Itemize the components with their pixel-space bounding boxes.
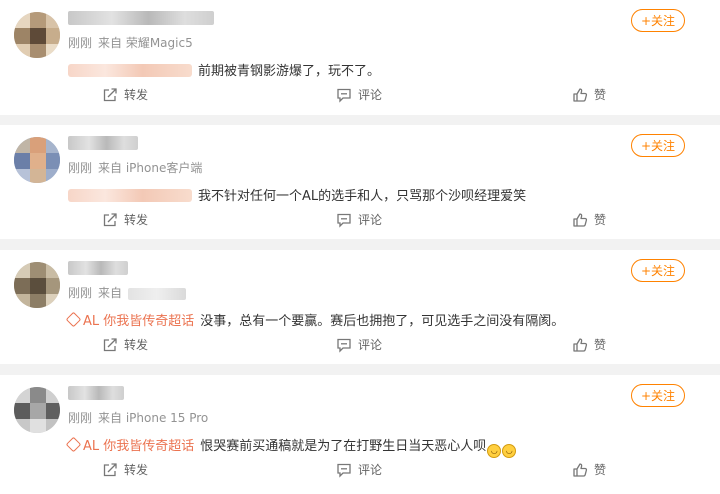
like-label: 赞 xyxy=(594,338,607,352)
follow-button[interactable]: +关注 xyxy=(631,384,685,407)
topic-diamond-icon xyxy=(65,311,82,328)
comment-meta: 刚刚 来自 xyxy=(68,284,192,301)
like-button[interactable]: 赞 xyxy=(572,336,606,353)
mention-blurred[interactable] xyxy=(68,189,192,202)
share-icon xyxy=(103,338,117,352)
source-blurred xyxy=(128,287,187,300)
like-label: 赞 xyxy=(594,213,607,227)
share-icon xyxy=(103,213,117,227)
comment-content: 我不针对任何一个AL的选手和人，只骂那个沙呗经理爱笑 xyxy=(68,185,526,204)
avatar[interactable] xyxy=(14,262,60,308)
follow-button[interactable]: +关注 xyxy=(631,259,685,282)
comment-label: 评论 xyxy=(358,213,383,227)
comment-card: 刚刚 来自 AL 你我皆传奇超话 没事，总有一个要赢。赛后也拥抱了，可见选手之间没有… xyxy=(0,250,720,364)
thumbs-up-icon xyxy=(573,213,588,227)
comment-icon xyxy=(337,338,351,353)
comment-icon xyxy=(337,88,351,103)
comment-text: 前期被青钢影游爆了，玩不了。 xyxy=(198,64,381,79)
comment-content: 前期被青钢影游爆了，玩不了。 xyxy=(68,60,380,79)
like-button[interactable]: 赞 xyxy=(572,211,606,228)
comment-button[interactable]: 评论 xyxy=(336,211,382,228)
comment-content: AL 你我皆传奇超话 没事，总有一个要赢。赛后也拥抱了，可见选手之间没有隔阂。 xyxy=(65,310,565,329)
like-label: 赞 xyxy=(594,463,607,477)
comment-icon xyxy=(337,463,351,478)
comment-source: 来自 荣耀Magic5 xyxy=(98,36,193,50)
thumbs-up-icon xyxy=(573,463,588,477)
comment-label: 评论 xyxy=(358,338,383,352)
avatar[interactable] xyxy=(14,12,60,58)
comment-icon xyxy=(337,213,351,228)
share-icon xyxy=(103,88,117,102)
repost-button[interactable]: 转发 xyxy=(102,461,148,478)
topic-label: AL 你我皆传奇超话 xyxy=(83,314,195,329)
username-blurred[interactable] xyxy=(68,11,214,25)
comment-card: 刚刚 来自 iPhone客户端 我不针对任何一个AL的选手和人，只骂那个沙呗经理爱… xyxy=(0,125,720,239)
repost-label: 转发 xyxy=(124,88,149,102)
like-label: 赞 xyxy=(594,88,607,102)
thumbs-up-icon xyxy=(573,338,588,352)
repost-button[interactable]: 转发 xyxy=(102,336,148,353)
mention-blurred[interactable] xyxy=(68,64,192,77)
share-icon xyxy=(103,463,117,477)
super-topic-link[interactable]: AL 你我皆传奇超话 xyxy=(65,311,195,329)
comment-button[interactable]: 评论 xyxy=(336,336,382,353)
laugh-cry-emoji-icon: ◡ xyxy=(502,444,517,458)
comment-time: 刚刚 xyxy=(68,161,93,175)
repost-button[interactable]: 转发 xyxy=(102,86,148,103)
comment-label: 评论 xyxy=(358,88,383,102)
follow-button[interactable]: +关注 xyxy=(631,9,685,32)
comment-content: AL 你我皆传奇超话 恨哭赛前买通稿就是为了在打野生日当天恶心人呗 ◡ ◡ xyxy=(65,435,517,458)
like-button[interactable]: 赞 xyxy=(572,86,606,103)
like-button[interactable]: 赞 xyxy=(572,461,606,478)
avatar[interactable] xyxy=(14,137,60,183)
comment-source: 来自 iPhone客户端 xyxy=(98,161,203,175)
username-blurred[interactable] xyxy=(68,136,138,150)
username-blurred[interactable] xyxy=(68,261,128,275)
super-topic-link[interactable]: AL 你我皆传奇超话 xyxy=(65,436,195,454)
comment-time: 刚刚 xyxy=(68,36,93,50)
topic-diamond-icon xyxy=(65,436,82,453)
comment-time: 刚刚 xyxy=(68,286,93,300)
repost-label: 转发 xyxy=(124,213,149,227)
comment-button[interactable]: 评论 xyxy=(336,461,382,478)
repost-label: 转发 xyxy=(124,463,149,477)
comment-text: 我不针对任何一个AL的选手和人，只骂那个沙呗经理爱笑 xyxy=(198,189,527,204)
comment-time: 刚刚 xyxy=(68,411,93,425)
comment-text: 恨哭赛前买通稿就是为了在打野生日当天恶心人呗 xyxy=(200,439,487,454)
repost-label: 转发 xyxy=(124,338,149,352)
username-blurred[interactable] xyxy=(68,386,124,400)
repost-button[interactable]: 转发 xyxy=(102,211,148,228)
comment-meta: 刚刚 来自 iPhone客户端 xyxy=(68,159,208,176)
thumbs-up-icon xyxy=(573,88,588,102)
comment-source: 来自 iPhone 15 Pro xyxy=(98,411,209,425)
comment-meta: 刚刚 来自 荣耀Magic5 xyxy=(68,34,199,51)
comment-card: 刚刚 来自 荣耀Magic5 前期被青钢影游爆了，玩不了。 +关注 转发 评论 赞 xyxy=(0,0,720,115)
comment-label: 评论 xyxy=(358,463,383,477)
laugh-cry-emoji-icon: ◡ xyxy=(487,444,502,458)
follow-button[interactable]: +关注 xyxy=(631,134,685,157)
comment-source: 来自 xyxy=(98,286,123,300)
topic-label: AL 你我皆传奇超话 xyxy=(83,439,195,454)
comment-meta: 刚刚 来自 iPhone 15 Pro xyxy=(68,409,214,426)
comment-text: 没事，总有一个要赢。赛后也拥抱了，可见选手之间没有隔阂。 xyxy=(200,314,565,329)
avatar[interactable] xyxy=(14,387,60,433)
comment-card: 刚刚 来自 iPhone 15 Pro AL 你我皆传奇超话 恨哭赛前买通稿就是为了… xyxy=(0,375,720,494)
comment-button[interactable]: 评论 xyxy=(336,86,382,103)
